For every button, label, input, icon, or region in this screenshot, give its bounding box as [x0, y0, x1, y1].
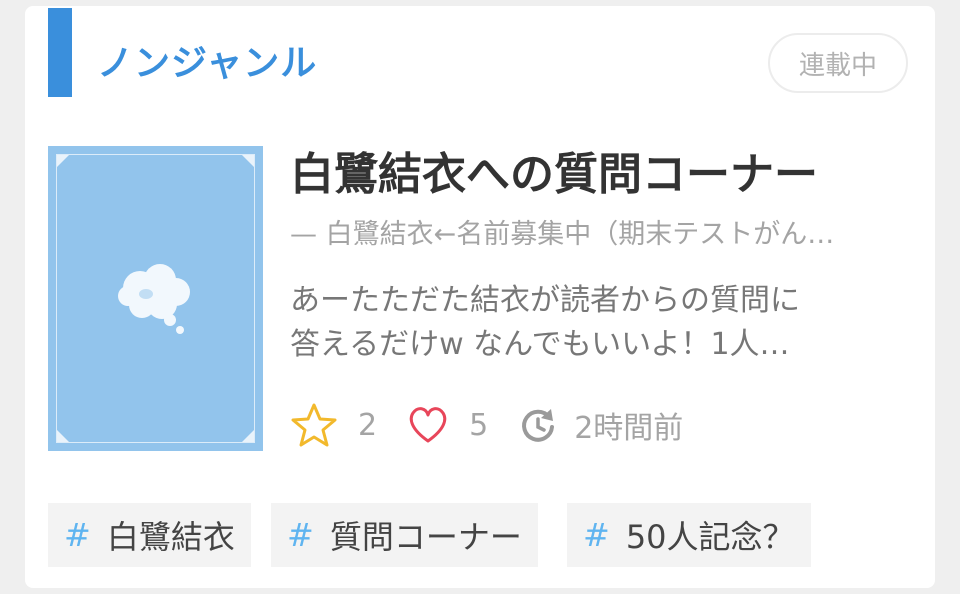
hash-icon: #	[583, 516, 610, 554]
genre-accent-bar	[48, 8, 72, 97]
updated-time: 2時間前	[574, 411, 684, 446]
genre-label[interactable]: ノンジャンル	[97, 40, 317, 88]
heart-icon[interactable]	[407, 405, 449, 445]
tag-chip[interactable]: # 質問コーナー	[271, 503, 538, 567]
story-description: あーたただた結衣が読者からの質問に 答えるだけw なんでもいいよ！1人…	[290, 279, 902, 367]
tag-label: 50人記念？	[625, 518, 795, 556]
status-badge: 連載中	[768, 33, 908, 93]
star-count: 2	[358, 407, 378, 443]
author-line[interactable]: — 白鷺結衣←名前募集中（期末テストがん…	[290, 217, 900, 253]
thought-bubble-icon	[110, 258, 200, 342]
cover-corner	[57, 155, 69, 167]
cover-corner	[242, 155, 254, 167]
tag-label: 質問コーナー	[329, 518, 522, 556]
star-icon[interactable]	[290, 402, 338, 448]
tag-chip[interactable]: # 50人記念？	[567, 503, 811, 567]
like-count: 5	[469, 407, 489, 443]
hash-icon: #	[64, 516, 91, 554]
story-title[interactable]: 白鷺結衣への質問コーナー	[290, 146, 818, 204]
refresh-clock-icon	[518, 405, 558, 445]
description-line: 答えるだけw なんでもいいよ！1人…	[290, 327, 790, 362]
stats-row: 2 5 2時間前	[290, 400, 713, 450]
cover-corner	[242, 430, 254, 442]
cover-corner	[57, 430, 69, 442]
cover-image[interactable]	[48, 146, 263, 451]
description-line: あーたただた結衣が読者からの質問に	[290, 283, 800, 318]
hash-icon: #	[287, 516, 314, 554]
tag-chip[interactable]: # 白鷺結衣	[48, 503, 251, 567]
tag-label: 白鷺結衣	[106, 518, 235, 556]
